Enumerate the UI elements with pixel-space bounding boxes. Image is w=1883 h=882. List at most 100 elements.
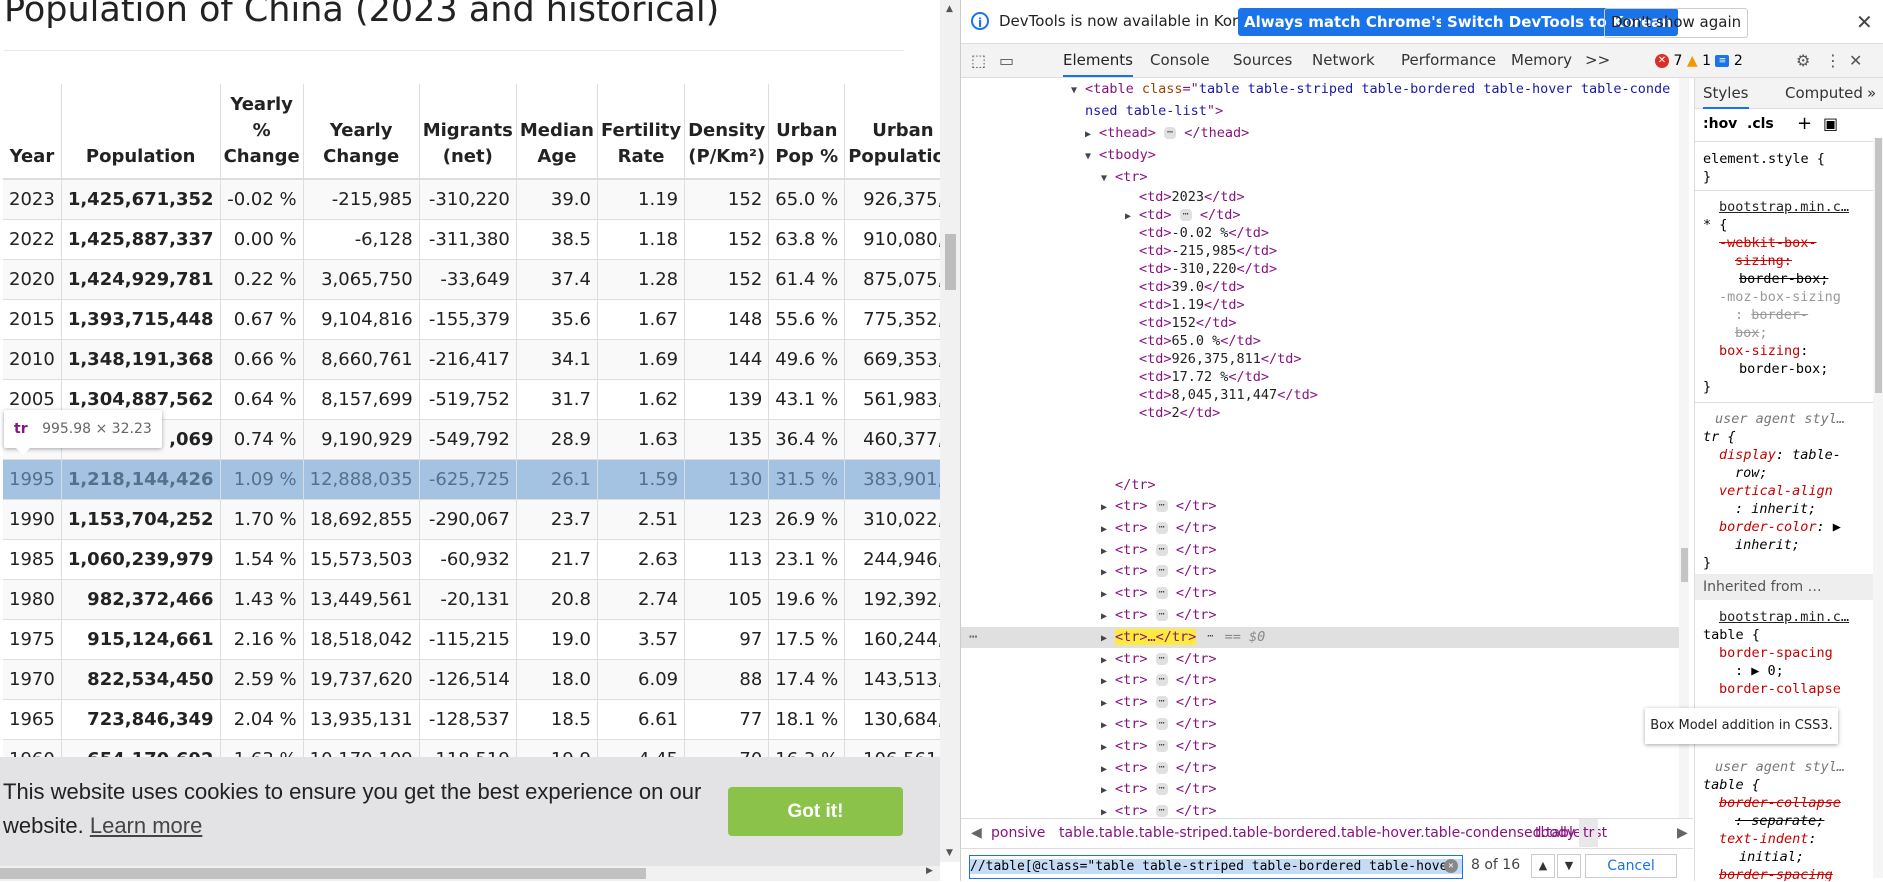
vertical-align-prop[interactable]: vertical-align [1719,482,1883,500]
dont-show-again-button[interactable]: Don't show again [1604,8,1749,38]
learn-more-link[interactable]: Learn more [90,813,203,838]
dom-tr-collapsed[interactable]: ▶ <tr> ⋯ </tr> [961,561,1679,582]
dom-td-node[interactable]: <td>1.19</td> [961,296,1679,314]
dom-tr-selected[interactable]: ⋯ ▶ <tr>…</tr> ⋯ == $0 [961,626,1679,649]
close-infobar-icon[interactable]: ✕ [1856,10,1873,34]
dom-tr-collapsed[interactable]: ▶ <tr> ⋯ </tr> [961,540,1679,561]
table-row[interactable]: 1995 1,218,144,426 1.09 % 12,888,035 -625,72… [3,459,960,500]
table-row[interactable]: 2020 1,424,929,781 0.22 % 3,065,750 -33,649 3… [3,259,960,300]
expand-arrow-icon[interactable]: ▶ [1101,562,1115,583]
computed-styles-icon[interactable]: ▣ [1823,114,1838,133]
moz-box-sizing-prop[interactable]: -moz-box-sizing [1719,288,1883,306]
next-match-icon[interactable]: ▼ [1557,854,1581,878]
ua-border-collapse-prop[interactable]: border-collapse [1719,794,1883,812]
breadcrumb-right-arrow-icon[interactable]: ▶ [1677,819,1688,847]
dom-tr-collapsed[interactable]: ▶ <tr> ⋯ </tr> [961,758,1679,779]
dom-td-node[interactable]: <td>17.72 %</td> [961,368,1679,386]
dom-tr-collapsed[interactable]: ▶ <tr> ⋯ </tr> [961,670,1679,691]
dom-td-node[interactable]: <td>39.0</td> [961,278,1679,296]
styles-more-icon[interactable]: » [1867,84,1876,102]
dom-td-node[interactable]: <td>-310,220</td> [961,260,1679,278]
dom-tr-collapsed[interactable]: ▶ <tr> ⋯ </tr> [961,605,1679,626]
dom-tr-collapsed[interactable]: ▶ <tr> ⋯ </tr> [961,692,1679,713]
table-row[interactable]: 2015 1,393,715,448 0.67 % 9,104,816 -155,379… [3,299,960,340]
table-row[interactable]: 1975 915,124,661 2.16 % 18,518,042 -115,215 1… [3,619,960,660]
breadcrumb-item-responsive[interactable]: ponsive [991,819,1045,847]
table-row[interactable]: 2023 1,425,671,352 -0.02 % -215,985 -310,220… [3,179,960,220]
dom-td-node[interactable]: <td>65.0 %</td> [961,332,1679,350]
dom-thead[interactable]: ▶ <thead> ⋯ </thead> [961,122,1679,144]
expand-arrow-icon[interactable]: ▶ [1085,124,1099,146]
more-options-icon[interactable]: ⋮ [1825,51,1841,70]
expand-arrow-icon[interactable]: ▶ [1101,780,1115,801]
dom-td-node[interactable]: <td>2023</td> [961,188,1679,206]
inspect-element-icon[interactable]: ⬚ [971,51,986,70]
expand-arrow-icon[interactable]: ▶ [1101,759,1115,780]
tab-network[interactable]: Network [1312,44,1375,77]
breadcrumb-item-table[interactable]: table.table.table-striped.table-bordered… [1059,819,1607,847]
tab-sources[interactable]: Sources [1233,44,1292,77]
scroll-up-arrow-icon[interactable]: ▲ [946,4,953,14]
expand-arrow-icon[interactable]: ▼ [1071,80,1085,102]
dom-td-node[interactable]: <td>-0.02 %</td> [961,224,1679,242]
page-scroll-thumb[interactable] [945,234,956,290]
styles-scrollbar[interactable] [1873,138,1883,878]
dom-tr-collapsed[interactable]: ▶ <tr> ⋯ </tr> [961,518,1679,539]
table-row[interactable]: 1980 982,372,466 1.43 % 13,449,561 -20,131 20… [3,579,960,620]
scroll-right-arrow-icon[interactable]: ▶ [926,866,933,876]
rule-source-link-2[interactable]: bootstrap.min.c… [1719,608,1883,626]
class-toggle[interactable]: .cls [1747,116,1774,132]
device-toolbar-icon[interactable]: ▭ [999,51,1014,70]
dom-tr-first[interactable]: ▼ <tr> [961,166,1679,188]
dom-td-node[interactable]: <td>8,045,311,447</td> [961,386,1679,404]
expand-arrow-icon[interactable]: ▶ [1101,715,1115,736]
dom-tr-collapsed[interactable]: ▶ <tr> ⋯ </tr> [961,714,1679,735]
table-row[interactable]: 1985 1,060,239,979 1.54 % 15,573,503 -60,932… [3,539,960,580]
tab-styles[interactable]: Styles [1703,84,1749,109]
expand-arrow-icon[interactable]: ▶ [1101,737,1115,758]
border-color-prop[interactable]: border-color: ▶ [1719,518,1883,536]
webkit-box-sizing-prop[interactable]: -webkit-box- [1719,234,1883,252]
table-row[interactable]: 1990 1,153,704,252 1.70 % 18,692,855 -290,06… [3,499,960,540]
breadcrumb-item-tr[interactable]: tr [1579,819,1599,847]
table-row[interactable]: 2022 1,425,887,337 0.00 % -6,128 -311,380 38.… [3,219,960,260]
page-horizontal-scrollbar[interactable]: ▶ [0,866,940,881]
element-style-rule[interactable]: element.style { [1703,150,1883,168]
tab-elements[interactable]: Elements [1063,44,1133,77]
expand-arrow-icon[interactable]: ▶ [1101,519,1115,540]
got-it-button[interactable]: Got it! [728,787,903,836]
dom-tr-collapsed[interactable]: ▶ <tr> ⋯ </tr> [961,801,1679,818]
cancel-search-button[interactable]: Cancel [1585,854,1677,878]
expand-arrow-icon[interactable]: ▶ [1101,497,1115,518]
expand-arrow-icon[interactable]: ▼ [1085,146,1099,168]
expand-arrow-icon[interactable]: ▶ [1101,802,1115,818]
expand-arrow-icon[interactable]: ▶ [1101,628,1115,649]
expand-arrow-icon[interactable]: ▶ [1101,671,1115,692]
breadcrumb-item-tbody[interactable]: tbody [1535,819,1575,847]
expand-arrow-icon[interactable]: ▶ [1101,584,1115,605]
expand-arrow-icon[interactable]: ▶ [1101,541,1115,562]
box-sizing-prop[interactable]: box-sizing: [1719,342,1883,360]
expand-arrow-icon[interactable]: ▶ [1101,693,1115,714]
border-spacing-prop[interactable]: border-spacing [1719,644,1883,662]
search-input[interactable]: //table[@class="table table-striped tabl… [969,855,1463,879]
page-hscroll-thumb[interactable] [0,868,646,879]
dom-td-node[interactable]: <td>152</td> [961,314,1679,332]
dom-tr-collapsed[interactable]: ▶ <tr> ⋯ </tr> [961,779,1679,800]
expand-arrow-icon[interactable]: ▼ [1101,168,1115,190]
tab-computed[interactable]: Computed [1785,84,1863,102]
table-row[interactable]: 2010 1,348,191,368 0.66 % 8,660,761 -216,417… [3,339,960,380]
dom-tr-collapsed[interactable]: ▶ <tr> ⋯ </tr> [961,583,1679,604]
expand-arrow-icon[interactable]: ▶ [1101,606,1115,627]
page-vertical-scrollbar[interactable]: ▲ ▼ [940,0,960,862]
text-indent-prop[interactable]: text-indent: [1719,830,1883,848]
close-devtools-icon[interactable]: ✕ [1849,51,1862,70]
display-prop[interactable]: display: table- [1719,446,1883,464]
more-tabs-button[interactable]: >> [1585,44,1610,77]
tab-memory[interactable]: Memory [1511,44,1572,77]
clear-search-icon[interactable]: ✕ [1444,859,1458,873]
more-actions-icon[interactable]: ⋯ [969,627,977,648]
dom-td-node[interactable]: ▶ <td> ⋯ </td> [961,206,1679,224]
ua-border-spacing-prop[interactable]: border-spacing [1719,866,1883,881]
scroll-down-arrow-icon[interactable]: ▼ [946,848,953,858]
